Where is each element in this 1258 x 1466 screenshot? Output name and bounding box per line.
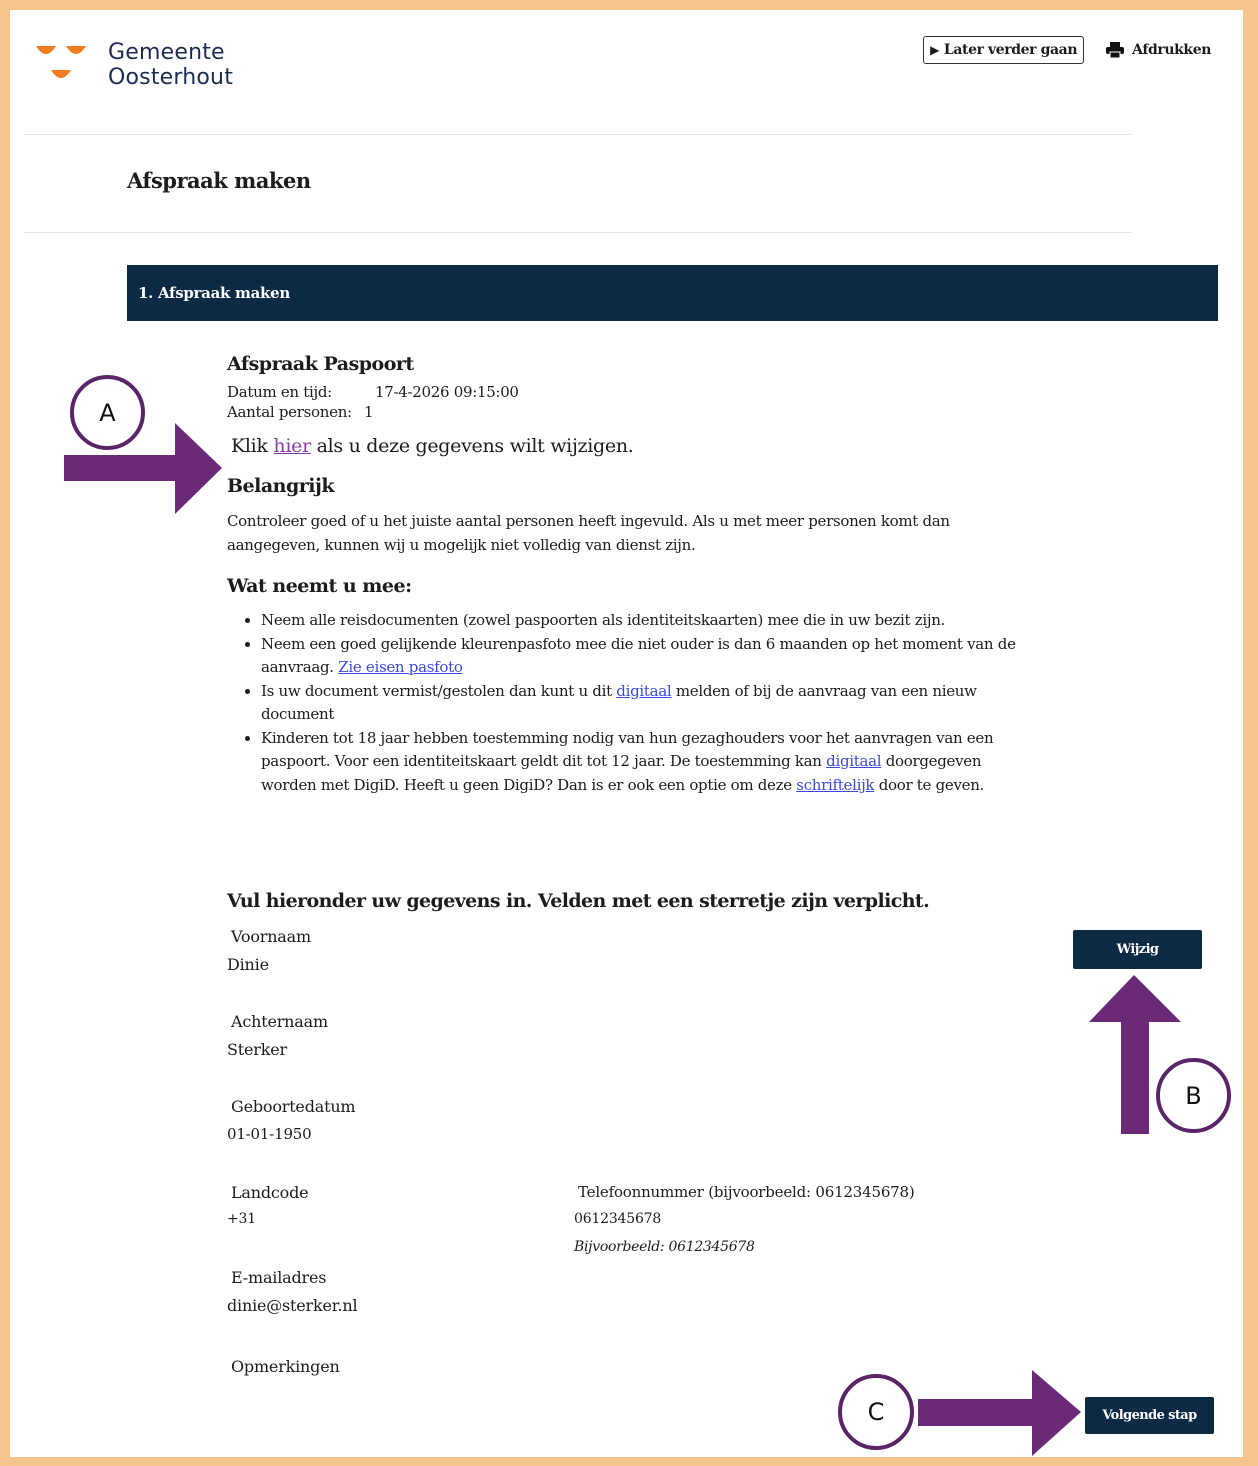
annotation-b-label: B — [1185, 1081, 1202, 1110]
arrow-c — [918, 1370, 1081, 1456]
annotation-c-label: C — [867, 1398, 885, 1426]
annotation-a-circle: A — [70, 375, 145, 450]
annotation-a-label: A — [99, 398, 116, 427]
annotation-c-circle: C — [838, 1374, 914, 1450]
annotation-b-circle: B — [1156, 1058, 1231, 1133]
annotation-arrows — [64, 423, 1181, 1456]
